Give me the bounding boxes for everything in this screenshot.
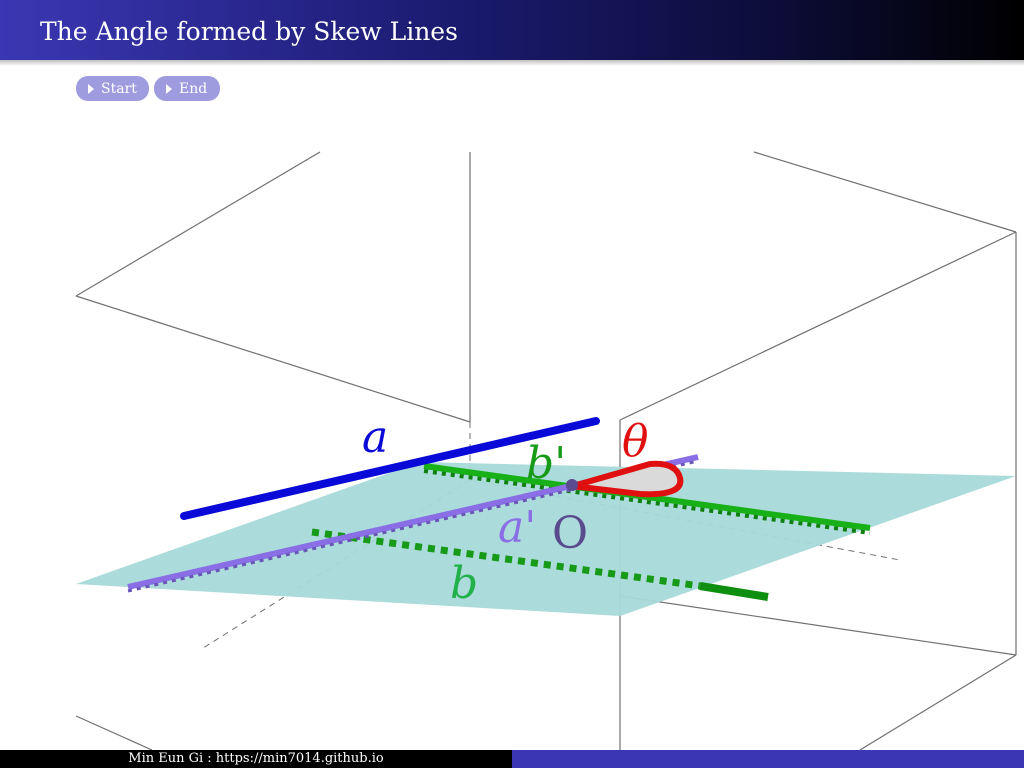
play-icon: [88, 83, 94, 94]
title-bar: The Angle formed by Skew Lines: [0, 0, 1024, 66]
label-theta: θ: [622, 416, 649, 467]
point-o[interactable]: [566, 479, 578, 491]
skew-lines-figure[interactable]: a b' θ a' O b: [0, 100, 1024, 750]
end-button-label: End: [179, 80, 208, 97]
footer-author: Min Eun Gi : https://min7014.github.io: [128, 751, 384, 766]
play-icon: [166, 83, 172, 94]
label-o: O: [552, 508, 588, 559]
end-button[interactable]: End: [154, 76, 220, 101]
title-bar-shadow: [0, 60, 1024, 66]
page-title: The Angle formed by Skew Lines: [40, 17, 458, 46]
footer-right: [512, 750, 1024, 768]
line-b[interactable]: [699, 582, 769, 601]
label-b: b: [450, 558, 478, 609]
start-button-label: Start: [101, 80, 137, 97]
label-a-prime: a': [498, 502, 536, 553]
footer: Min Eun Gi : https://min7014.github.io: [0, 750, 1024, 768]
start-button[interactable]: Start: [76, 76, 149, 101]
label-a: a: [362, 412, 388, 463]
label-b-prime: b': [526, 438, 566, 489]
